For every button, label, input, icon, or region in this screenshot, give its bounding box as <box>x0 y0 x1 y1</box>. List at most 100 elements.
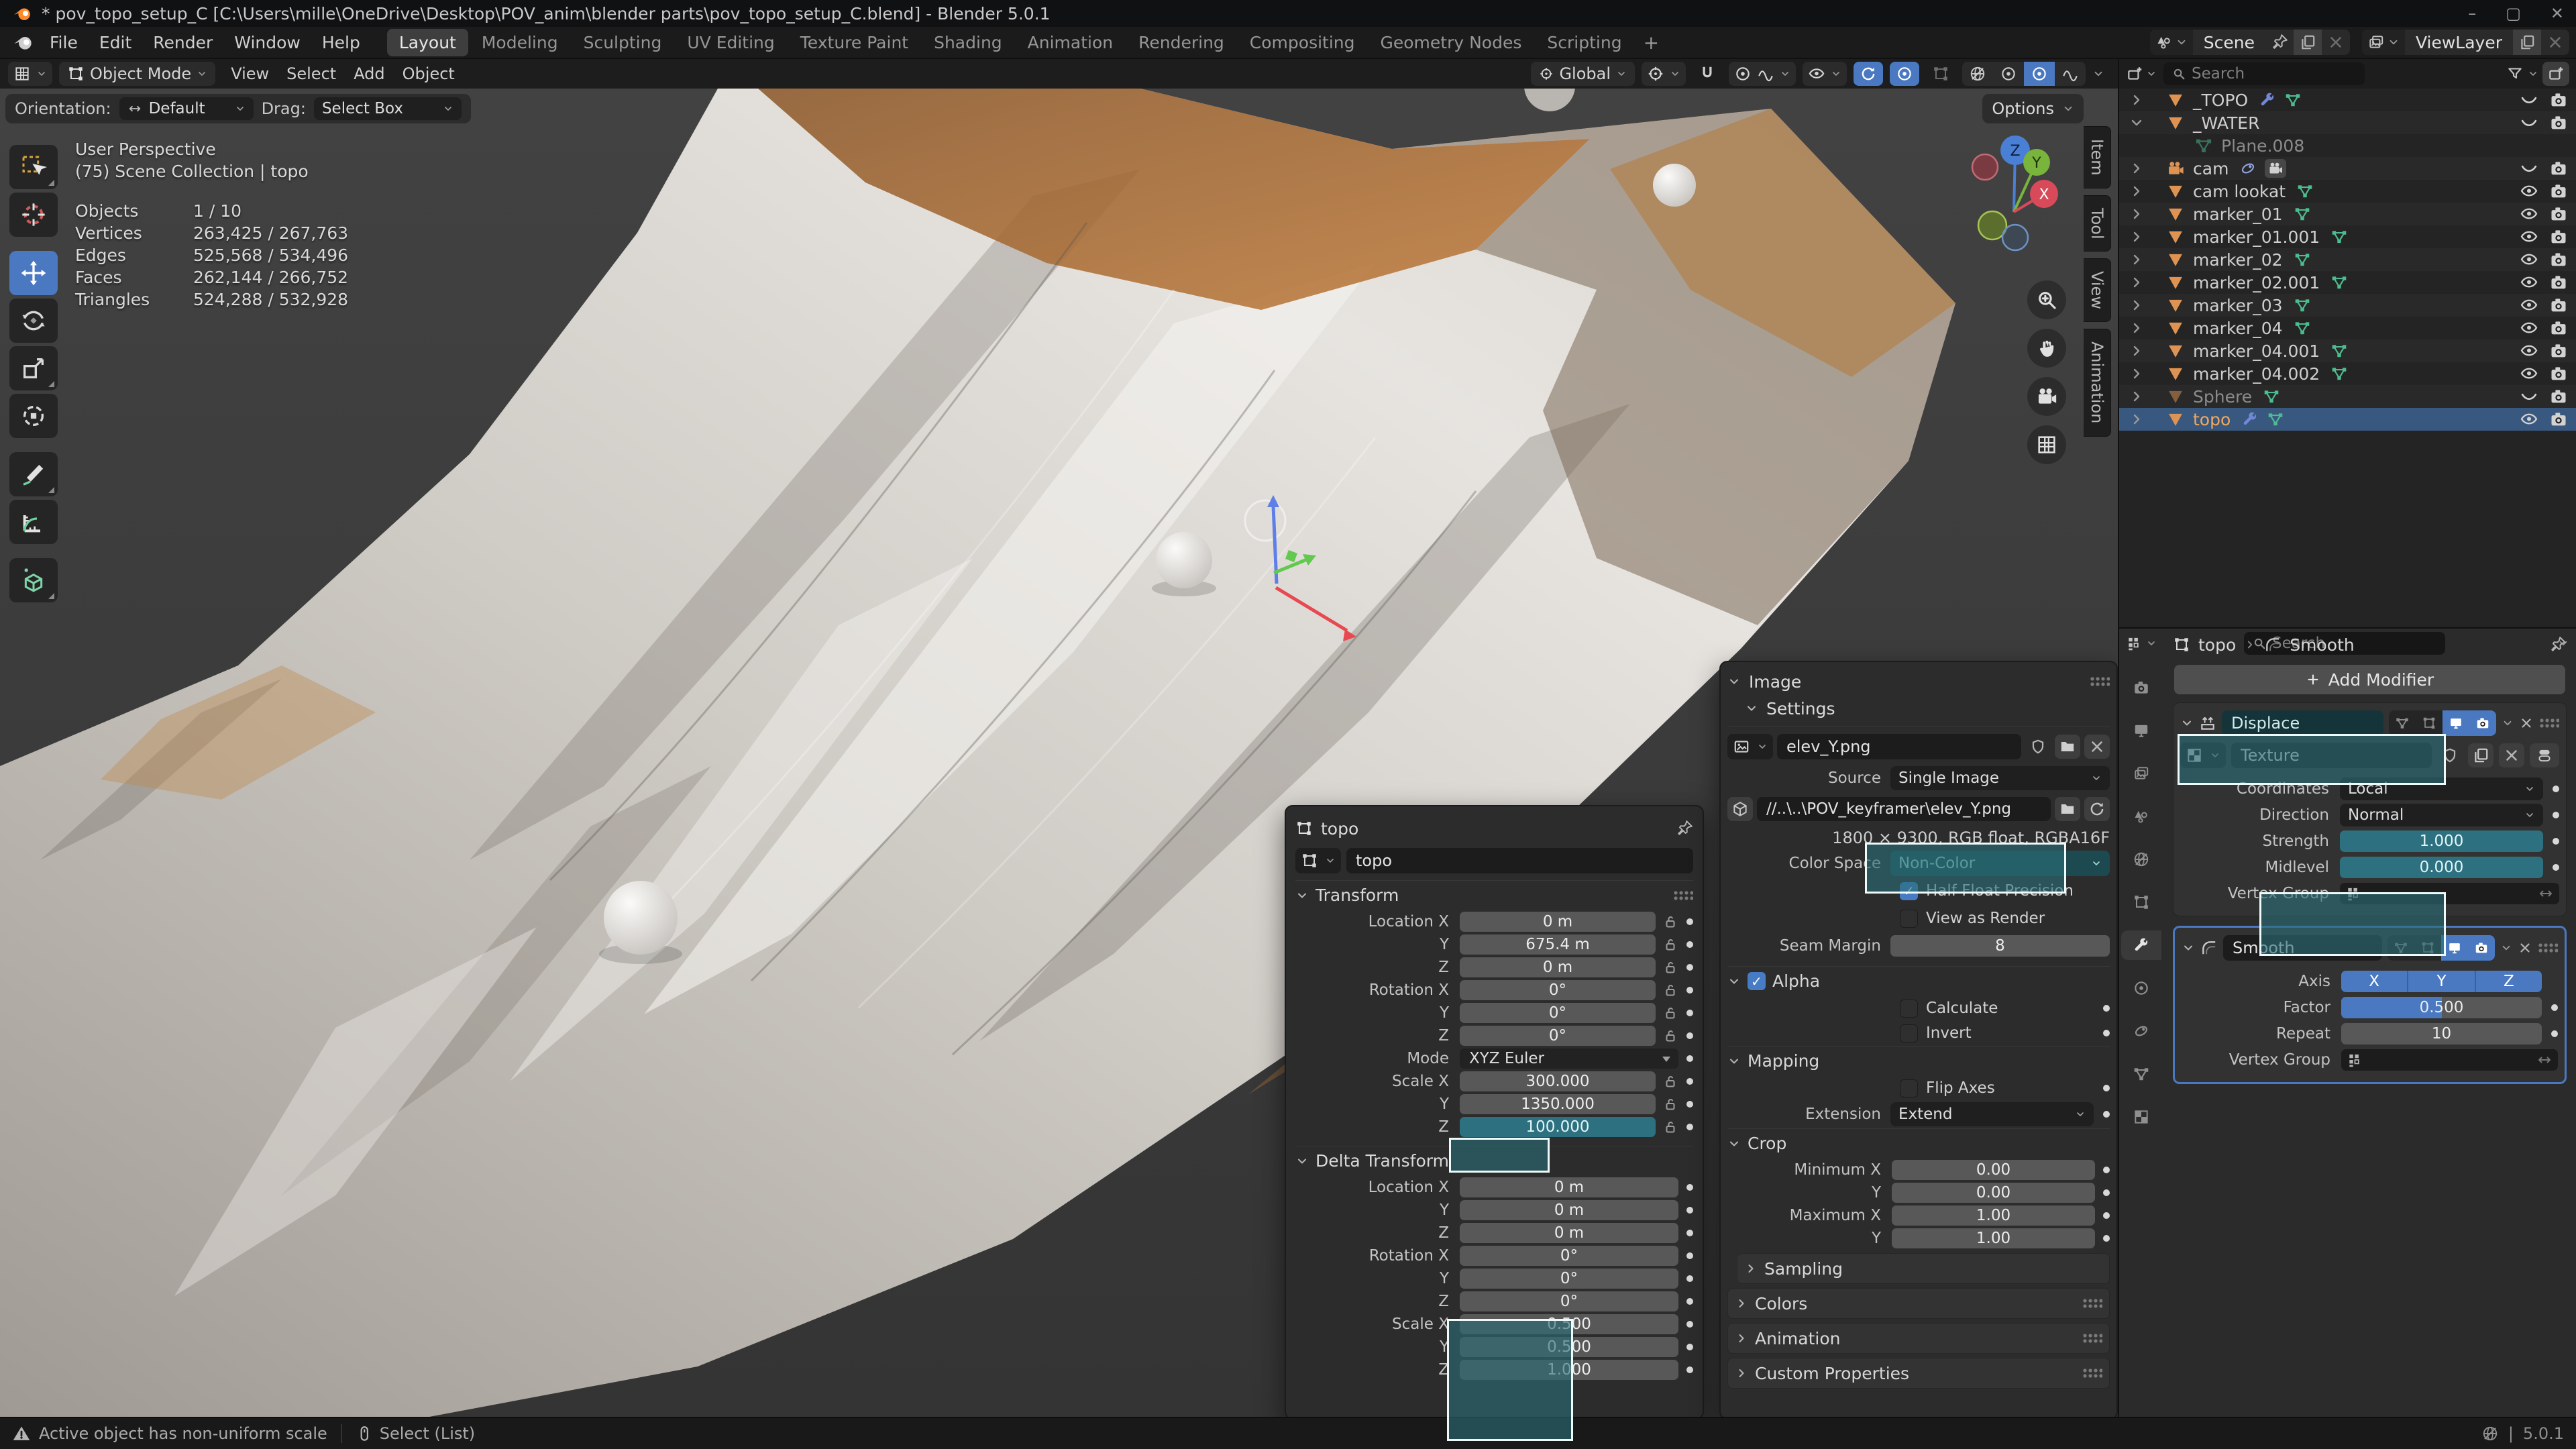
chevron-down-icon[interactable] <box>1745 700 1758 717</box>
show-on-cage-toggle[interactable] <box>2387 935 2414 961</box>
zoom-button[interactable] <box>2027 280 2066 319</box>
animate-dot[interactable] <box>2103 1189 2110 1196</box>
blender-menu-icon[interactable] <box>12 32 34 53</box>
eye-open-icon[interactable] <box>2520 296 2538 315</box>
reload-image-button[interactable] <box>2084 797 2110 821</box>
object-name[interactable]: marker_04.001 <box>2193 341 2320 361</box>
outliner-row[interactable]: Sphere <box>2119 385 2576 408</box>
crop-row[interactable]: Y 1.00 <box>1727 1227 2110 1249</box>
close-button[interactable]: ✕ <box>2551 4 2564 23</box>
menu-item[interactable]: File <box>39 33 89 52</box>
transform-row[interactable]: Mode XYZ Euler <box>1295 1047 1693 1069</box>
coordinates-dropdown[interactable]: Local <box>2340 777 2543 800</box>
value-field[interactable]: 675.4 m <box>1460 934 1656 955</box>
show-in-render-toggle[interactable] <box>2468 935 2495 961</box>
tab-constraints[interactable] <box>2124 1016 2159 1046</box>
outliner-row[interactable]: marker_03 <box>2119 294 2576 317</box>
transform-row[interactable]: Rotation X 0° <box>1295 979 1693 1001</box>
proportional-editing-button[interactable] <box>1729 62 1796 86</box>
navigation-gizmo[interactable]: Z Y X <box>1952 126 2080 294</box>
expand-icon[interactable] <box>2129 115 2145 131</box>
shading-rendered-button[interactable] <box>2055 62 2086 86</box>
lock-icon[interactable] <box>1662 1005 1678 1021</box>
scene-selector[interactable]: Scene <box>2150 30 2350 55</box>
workspace-tab[interactable]: Rendering <box>1126 29 1236 56</box>
open-image-button[interactable] <box>2055 735 2080 759</box>
tab-scene[interactable] <box>2124 802 2159 831</box>
texture-type-dropdown[interactable] <box>2180 743 2226 768</box>
snap-target-button[interactable] <box>1642 62 1686 86</box>
lock-icon[interactable] <box>1662 936 1678 953</box>
menu-item[interactable]: Edit <box>89 33 142 52</box>
animate-dot[interactable] <box>1686 1055 1693 1062</box>
tool-annotate[interactable] <box>9 452 58 496</box>
value-field[interactable]: 0° <box>1460 1246 1678 1266</box>
pin-scene-button[interactable] <box>2265 30 2294 55</box>
invert-checkbox[interactable] <box>1900 1024 1918 1042</box>
animate-dot[interactable] <box>2553 864 2559 871</box>
value-field[interactable]: XYZ Euler <box>1460 1049 1678 1069</box>
animate-dot[interactable] <box>1686 1184 1693 1191</box>
unlink-texture-button[interactable] <box>2499 743 2524 767</box>
transform-row[interactable]: Y 1350.000 <box>1295 1093 1693 1115</box>
drag-handle-icon[interactable] <box>2539 718 2559 729</box>
outliner-row[interactable]: marker_01 <box>2119 203 2576 225</box>
object-name[interactable]: Plane.008 <box>2221 136 2304 156</box>
menu-item[interactable]: Window <box>223 33 311 52</box>
render-visibility-icon[interactable] <box>2549 296 2568 315</box>
outliner-row[interactable]: _TOPO <box>2119 89 2576 111</box>
value-field[interactable]: 0 m <box>1460 1177 1678 1197</box>
animate-dot[interactable] <box>2553 838 2559 845</box>
drag-handle-icon[interactable] <box>2090 676 2110 687</box>
filepath-field[interactable]: //..\..\POV_keyframer\elev_Y.png <box>1757 797 2051 821</box>
crop-section-header[interactable]: Crop <box>1727 1128 2110 1158</box>
render-visibility-icon[interactable] <box>2549 273 2568 292</box>
menu-item[interactable]: Help <box>311 33 371 52</box>
animate-dot[interactable] <box>2551 1030 2558 1037</box>
workspace-tab[interactable]: Modeling <box>470 29 570 56</box>
object-name[interactable]: Sphere <box>2193 387 2252 407</box>
expand-icon[interactable] <box>2129 229 2145 245</box>
direction-dropdown[interactable]: Normal <box>2340 804 2543 826</box>
render-visibility-icon[interactable] <box>2549 319 2568 337</box>
object-name[interactable]: cam lookat <box>2193 182 2286 201</box>
render-visibility-icon[interactable] <box>2549 227 2568 246</box>
drag-handle-icon[interactable] <box>2538 943 2558 953</box>
value-field[interactable]: 0.500 <box>1460 1337 1678 1357</box>
alpha-section-header[interactable]: Alpha <box>1727 966 2110 996</box>
drag-handle-icon[interactable] <box>1673 890 1693 901</box>
expand-icon[interactable] <box>2129 206 2145 222</box>
modifier-extras-dropdown[interactable] <box>2502 714 2514 732</box>
delta-transform-row[interactable]: Y 0.500 <box>1295 1336 1693 1358</box>
eye-open-icon[interactable] <box>2520 182 2538 201</box>
expand-icon[interactable] <box>2129 297 2145 313</box>
value-field[interactable]: 300.000 <box>1460 1071 1656 1091</box>
pin-icon[interactable] <box>2549 636 2567 653</box>
tab-object[interactable] <box>2124 888 2159 917</box>
transform-row[interactable]: Y 675.4 m <box>1295 933 1693 955</box>
workspace-tab[interactable]: Animation <box>1016 29 1125 56</box>
crop-row[interactable]: Y 0.00 <box>1727 1181 2110 1203</box>
workspace-tab[interactable]: UV Editing <box>675 29 786 56</box>
show-gizmo-toggle[interactable] <box>1854 62 1883 86</box>
filter-icon[interactable] <box>2506 65 2524 83</box>
tool-rotate[interactable] <box>9 299 58 343</box>
animate-dot[interactable] <box>2103 1030 2110 1036</box>
fake-user-button[interactable] <box>2437 743 2463 767</box>
outliner-row[interactable]: marker_02.001 <box>2119 271 2576 294</box>
calculate-checkbox[interactable] <box>1900 1000 1918 1018</box>
lock-icon[interactable] <box>1662 1073 1678 1089</box>
xray-toggle[interactable] <box>1926 62 1955 86</box>
factor-slider[interactable]: 0.500 <box>2341 997 2542 1018</box>
texture-name-field[interactable]: Texture <box>2231 743 2432 768</box>
outliner-row[interactable]: marker_02 <box>2119 248 2576 271</box>
tool-add-cube[interactable] <box>9 558 58 602</box>
modifier-extras-dropdown[interactable] <box>2500 939 2512 957</box>
texture-settings-button[interactable] <box>2530 743 2559 767</box>
workspace-tab[interactable]: Geometry Nodes <box>1368 29 1534 56</box>
transform-row[interactable]: Z 0° <box>1295 1024 1693 1046</box>
tool-measure[interactable] <box>9 500 58 544</box>
outliner-row[interactable]: Plane.008 <box>2119 134 2576 157</box>
sampling-section-header[interactable]: Sampling <box>1744 1254 2102 1283</box>
outliner-row[interactable]: marker_04.001 <box>2119 339 2576 362</box>
